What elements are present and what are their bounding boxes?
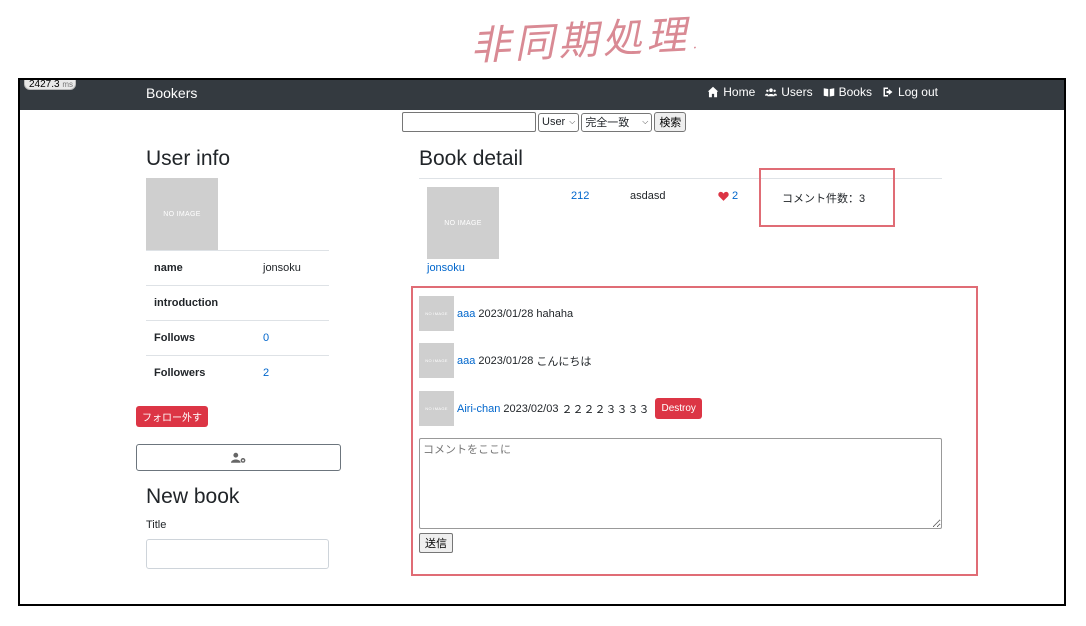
book-title-link[interactable]: 212 bbox=[571, 190, 589, 202]
introduction-value bbox=[255, 285, 329, 321]
search-button[interactable]: 検索 bbox=[654, 112, 687, 132]
user-cog-icon bbox=[230, 452, 245, 463]
name-value: jonsoku bbox=[255, 250, 329, 286]
comment-textarea[interactable] bbox=[419, 438, 942, 529]
user-profile-image: NO IMAGE bbox=[146, 178, 218, 250]
new-book-heading: New book bbox=[146, 485, 240, 508]
nav-links: Home Users Books Log out bbox=[707, 85, 938, 99]
comment-user-link[interactable]: Airi-chan bbox=[457, 403, 500, 415]
edit-user-button[interactable] bbox=[136, 444, 341, 471]
comment-avatar: NO IMAGE bbox=[419, 391, 454, 426]
navbar: 2427.3 ms Bookers Home Users Books Log o… bbox=[20, 80, 1064, 110]
user-info-heading: User info bbox=[146, 147, 231, 170]
title-label: Title bbox=[146, 519, 167, 531]
home-icon bbox=[707, 86, 719, 98]
comment-user-link[interactable]: aaa bbox=[457, 355, 475, 367]
comment-avatar: NO IMAGE bbox=[419, 343, 454, 378]
render-timer: 2427.3 ms bbox=[24, 80, 76, 90]
user-info-table: name jonsoku introduction Follows 0 Foll… bbox=[146, 250, 329, 391]
follows-label: Follows bbox=[146, 320, 255, 356]
logout-icon bbox=[883, 87, 893, 97]
favorite-button[interactable]: 2 bbox=[718, 190, 738, 202]
browser-viewport: 2427.3 ms Bookers Home Users Books Log o… bbox=[18, 78, 1066, 606]
unfollow-button[interactable]: フォロー外す bbox=[136, 406, 208, 427]
nav-logout-link[interactable]: Log out bbox=[882, 85, 938, 99]
brand-link[interactable]: Bookers bbox=[146, 85, 197, 101]
comment-date: 2023/01/28 bbox=[478, 354, 534, 367]
comment-submit-button[interactable]: 送信 bbox=[419, 533, 453, 553]
nav-home-link[interactable]: Home bbox=[707, 85, 755, 99]
comment-text: こんにちは bbox=[536, 355, 592, 368]
nav-books-label: Books bbox=[838, 85, 872, 99]
comment-item: NO IMAGE aaa 2023/01/28 こんにちは bbox=[419, 343, 591, 378]
table-row: introduction bbox=[146, 285, 329, 321]
introduction-label: introduction bbox=[146, 285, 255, 321]
book-user-image: NO IMAGE bbox=[427, 187, 499, 259]
comment-date: 2023/01/28 bbox=[478, 307, 534, 320]
comment-date: 2023/02/03 bbox=[503, 402, 559, 415]
book-detail-heading: Book detail bbox=[419, 147, 523, 170]
search-method-select[interactable]: 完全一致 ⌵ bbox=[581, 112, 653, 132]
search-input[interactable] bbox=[402, 112, 536, 132]
nav-home-label: Home bbox=[723, 85, 756, 99]
chevron-down-icon: ⌵ bbox=[642, 117, 649, 126]
highlight-box-comment-count bbox=[759, 168, 895, 227]
handwritten-annotation: 非同期処理. bbox=[469, 12, 702, 70]
comment-item: NO IMAGE aaa 2023/01/28 hahaha bbox=[419, 296, 573, 331]
nav-users-label: Users bbox=[781, 85, 813, 99]
table-row: name jonsoku bbox=[146, 250, 329, 286]
comment-text: ２２２２３３３３ bbox=[561, 403, 650, 416]
table-row: Followers 2 bbox=[146, 355, 329, 391]
comment-user-link[interactable]: aaa bbox=[457, 308, 475, 320]
book-body: asdasd bbox=[630, 190, 666, 202]
nav-books-link[interactable]: Books bbox=[823, 85, 872, 99]
users-icon bbox=[765, 88, 778, 97]
title-input[interactable] bbox=[146, 539, 329, 569]
nav-logout-label: Log out bbox=[897, 85, 938, 99]
heart-icon bbox=[718, 191, 729, 201]
book-user-link[interactable]: jonsoku bbox=[427, 262, 465, 274]
chevron-down-icon: ⌵ bbox=[569, 117, 576, 126]
destroy-comment-button[interactable]: Destroy bbox=[655, 398, 702, 419]
followers-label: Followers bbox=[146, 355, 255, 391]
search-form: User ⌵ 完全一致 ⌵ 検索 bbox=[402, 112, 687, 132]
followers-count-link[interactable]: 2 bbox=[263, 367, 269, 379]
nav-users-link[interactable]: Users bbox=[765, 85, 813, 99]
follows-count-link[interactable]: 0 bbox=[263, 332, 269, 344]
book-open-icon bbox=[823, 88, 834, 97]
comment-text: hahaha bbox=[536, 307, 574, 320]
search-model-select[interactable]: User ⌵ bbox=[538, 112, 580, 132]
name-label: name bbox=[146, 250, 255, 286]
comment-item: NO IMAGE Airi-chan 2023/02/03 ２２２２３３３３ D… bbox=[419, 391, 702, 426]
table-row: Follows 0 bbox=[146, 320, 329, 356]
favorite-count: 2 bbox=[732, 190, 739, 202]
comment-avatar: NO IMAGE bbox=[419, 296, 454, 331]
